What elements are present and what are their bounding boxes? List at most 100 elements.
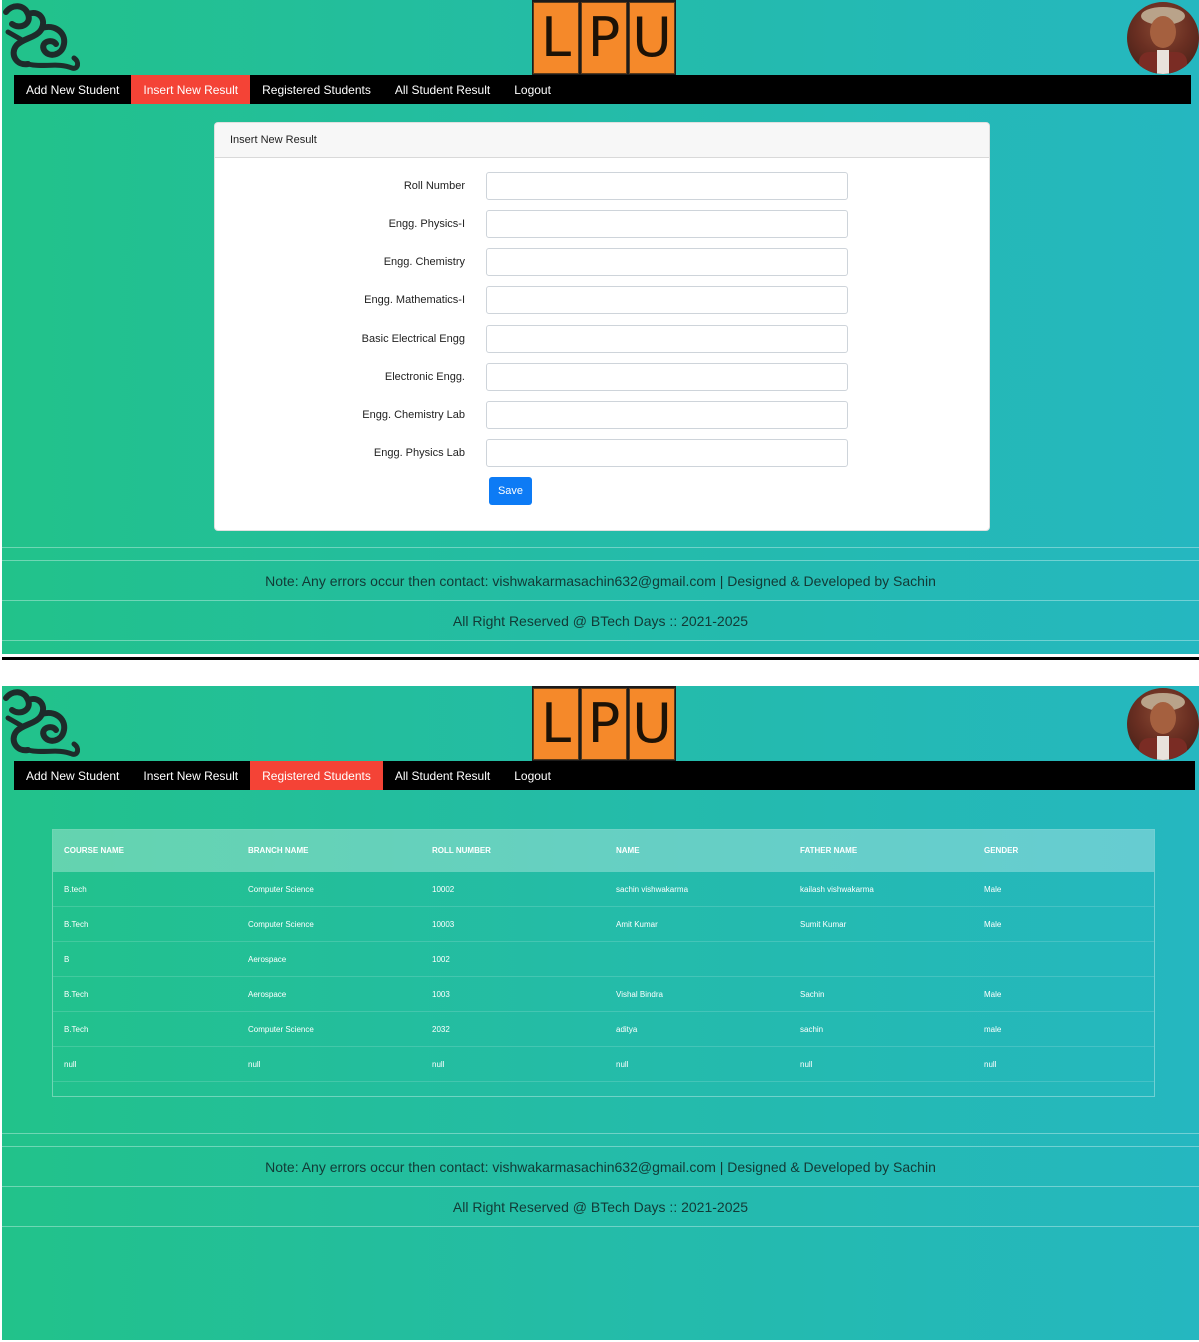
registered-students-screen: L P U Add New Student Insert New Result … bbox=[2, 686, 1199, 1340]
footer-divider bbox=[2, 600, 1199, 601]
column-header: FATHER NAME bbox=[800, 846, 858, 855]
footer-rights: All Right Reserved @ BTech Days :: 2021-… bbox=[452, 613, 749, 629]
nav-logout[interactable]: Logout bbox=[502, 75, 563, 104]
nav-all-student-result[interactable]: All Student Result bbox=[383, 75, 502, 104]
table-cell: null bbox=[248, 1060, 261, 1069]
lpu-logo-letter: L bbox=[533, 688, 579, 760]
table-cell: sachin vishwakarma bbox=[616, 885, 689, 894]
column-header: BRANCH NAME bbox=[248, 846, 309, 855]
ornamental-logo-icon bbox=[3, 3, 81, 71]
electronic-label: Electronic Engg. bbox=[384, 371, 465, 383]
user-avatar[interactable] bbox=[1127, 688, 1199, 760]
students-table: COURSE NAME BRANCH NAME ROLL NUMBER NAME… bbox=[52, 829, 1155, 1097]
form-row-electronic: Electronic Engg. bbox=[215, 363, 989, 391]
table-cell: male bbox=[984, 1025, 1002, 1034]
table-cell: B.Tech bbox=[64, 990, 89, 999]
table-cell: Computer Science bbox=[248, 920, 314, 929]
screen-separator bbox=[2, 657, 1199, 660]
nav-registered-students[interactable]: Registered Students bbox=[250, 761, 383, 790]
footer-divider bbox=[2, 1226, 1199, 1227]
form-row-physics-lab: Engg. Physics Lab bbox=[215, 439, 989, 467]
save-button[interactable]: Save bbox=[489, 477, 532, 505]
table-cell: B.tech bbox=[64, 885, 87, 894]
table-cell: Aerospace bbox=[248, 990, 287, 999]
column-header: COURSE NAME bbox=[64, 846, 125, 855]
table-row: null null null null null null bbox=[53, 1047, 1154, 1082]
table-cell: null bbox=[64, 1060, 77, 1069]
table-cell: 10002 bbox=[432, 885, 455, 894]
nav-logout[interactable]: Logout bbox=[502, 761, 563, 790]
chemistry-lab-input[interactable] bbox=[486, 401, 848, 429]
table-row: B.Tech Aerospace 1003 Vishal Bindra Sach… bbox=[53, 977, 1154, 1012]
form-row-chemistry: Engg. Chemistry bbox=[215, 248, 989, 276]
nav-all-student-result[interactable]: All Student Result bbox=[383, 761, 502, 790]
mathematics-label: Engg. Mathematics-I bbox=[364, 294, 465, 306]
chemistry-input[interactable] bbox=[486, 248, 848, 276]
physics-input[interactable] bbox=[486, 210, 848, 238]
table-cell: Computer Science bbox=[248, 885, 314, 894]
electrical-input[interactable] bbox=[486, 325, 848, 353]
table-cell: null bbox=[616, 1060, 629, 1069]
chemistry-lab-label: Engg. Chemistry Lab bbox=[362, 409, 465, 421]
table-cell: kailash vishwakarma bbox=[800, 885, 874, 894]
lpu-logo-letter: U bbox=[629, 2, 675, 74]
physics-lab-input[interactable] bbox=[486, 439, 848, 467]
nav-registered-students[interactable]: Registered Students bbox=[250, 75, 383, 104]
table-row: B.Tech Computer Science 2032 aditya sach… bbox=[53, 1012, 1154, 1047]
nav-add-new-student[interactable]: Add New Student bbox=[14, 761, 131, 790]
table-cell: Aerospace bbox=[248, 955, 287, 964]
table-cell: B.Tech bbox=[64, 920, 89, 929]
table-cell: Amit Kumar bbox=[616, 920, 658, 929]
roll-number-label: Roll Number bbox=[403, 180, 465, 192]
nav-add-new-student[interactable]: Add New Student bbox=[14, 75, 131, 104]
form-row-roll-number: Roll Number bbox=[215, 172, 989, 200]
table-cell: Male bbox=[984, 990, 1002, 999]
table-cell: Sachin bbox=[800, 990, 825, 999]
chemistry-label: Engg. Chemistry bbox=[383, 256, 465, 268]
table-cell: null bbox=[800, 1060, 813, 1069]
table-cell: B.Tech bbox=[64, 1025, 89, 1034]
electrical-label: Basic Electrical Engg bbox=[361, 333, 465, 345]
form-row-mathematics: Engg. Mathematics-I bbox=[215, 286, 989, 314]
table-cell: 1002 bbox=[432, 955, 450, 964]
electronic-input[interactable] bbox=[486, 363, 848, 391]
table-header: COURSE NAME BRANCH NAME ROLL NUMBER NAME… bbox=[53, 830, 1154, 872]
lpu-logo-letter: P bbox=[581, 2, 627, 74]
column-header: ROLL NUMBER bbox=[432, 846, 491, 855]
footer-note: Note: Any errors occur then contact: vis… bbox=[265, 1159, 936, 1175]
insert-result-card: Insert New Result Roll Number Engg. Phys… bbox=[214, 122, 990, 531]
insert-result-screen: L P U Add New Student Insert New Result … bbox=[2, 0, 1199, 654]
person-icon bbox=[1139, 7, 1187, 74]
lpu-logo-letter: P bbox=[581, 688, 627, 760]
table-cell: Computer Science bbox=[248, 1025, 314, 1034]
table-cell: null bbox=[984, 1060, 997, 1069]
nav-insert-new-result[interactable]: Insert New Result bbox=[131, 75, 251, 104]
form-row-electrical: Basic Electrical Engg bbox=[215, 325, 989, 353]
user-avatar[interactable] bbox=[1127, 2, 1199, 74]
footer-rights: All Right Reserved @ BTech Days :: 2021-… bbox=[452, 1199, 749, 1215]
lpu-logo-letter: U bbox=[629, 688, 675, 760]
table-cell: sachin bbox=[800, 1025, 824, 1034]
mathematics-input[interactable] bbox=[486, 286, 848, 314]
table-cell: Vishal Bindra bbox=[616, 990, 663, 999]
table-cell: Male bbox=[984, 920, 1002, 929]
physics-label: Engg. Physics-I bbox=[388, 218, 465, 230]
nav-insert-new-result[interactable]: Insert New Result bbox=[131, 761, 250, 790]
footer-divider bbox=[2, 1146, 1199, 1147]
column-header: GENDER bbox=[984, 846, 1019, 855]
footer-divider bbox=[2, 547, 1199, 548]
table-row: B Aerospace 1002 bbox=[53, 942, 1154, 977]
table-row: B.tech Computer Science 10002 sachin vis… bbox=[53, 872, 1154, 907]
main-nav: Add New Student Insert New Result Regist… bbox=[14, 75, 1191, 104]
roll-number-input[interactable] bbox=[486, 172, 848, 200]
table-cell: 2032 bbox=[432, 1025, 450, 1034]
lpu-logo-letter: L bbox=[533, 2, 579, 74]
card-title: Insert New Result bbox=[215, 123, 989, 158]
table-cell: B bbox=[64, 955, 70, 964]
table-cell: null bbox=[432, 1060, 445, 1069]
table-cell: aditya bbox=[616, 1025, 638, 1034]
footer-divider bbox=[2, 640, 1199, 641]
main-nav: Add New Student Insert New Result Regist… bbox=[14, 761, 1195, 790]
table-row: B.Tech Computer Science 10003 Amit Kumar… bbox=[53, 907, 1154, 942]
footer-divider bbox=[2, 1186, 1199, 1187]
